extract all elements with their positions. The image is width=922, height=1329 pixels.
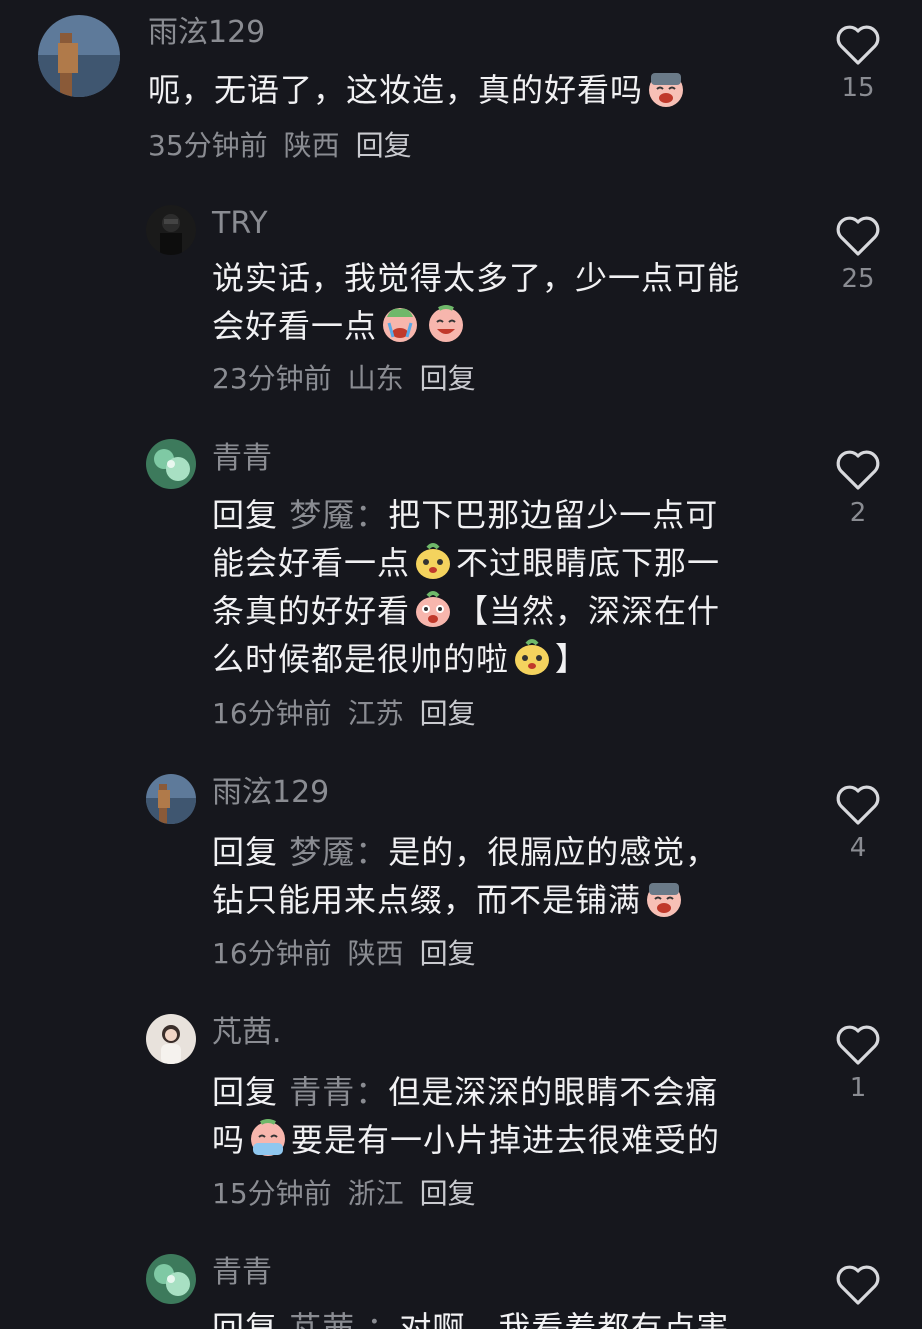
like-count: 1	[849, 1073, 867, 1103]
user-avatar[interactable]	[38, 15, 120, 97]
reply-label: 回复	[212, 833, 279, 871]
comment-meta: 35分钟前 陕西 回复	[148, 129, 428, 163]
location: 山东	[347, 362, 404, 395]
comment-meta: 23分钟前 山东 回复	[212, 362, 492, 396]
reply-label: 回复	[212, 1309, 279, 1329]
comment-text: 回复 梦魇：把下巴那边留少一点可 能会好看一点 不过眼睛底下那一 条真的好好看 【当…	[212, 496, 721, 678]
comment-text: 回复 梦魇：是的，很膈应的感觉， 钻只能用来点缀，而不是铺满	[212, 833, 719, 919]
timestamp: 35分钟前	[148, 129, 268, 162]
like-button[interactable]: 1	[828, 1024, 888, 1104]
timestamp: 15分钟前	[212, 1177, 332, 1210]
reply-target[interactable]: 梦魇：	[289, 833, 388, 871]
comment-text: 说实话，我觉得太多了，少一点可能 会好看一点	[212, 259, 741, 345]
reply-button[interactable]: 回复	[356, 129, 412, 162]
tearful-face-icon	[247, 1117, 289, 1159]
reply-target[interactable]: 青青：	[289, 1073, 388, 1111]
laughing-tears-face-icon	[425, 303, 467, 345]
location: 浙江	[347, 1177, 404, 1210]
username[interactable]: 雨泫129	[148, 15, 265, 51]
comment-text: 回复 青青：但是深深的眼睛不会痛 吗要是有一小片掉进去很难受的	[212, 1073, 721, 1159]
like-count: 2	[849, 498, 867, 528]
like-button[interactable]: 4	[828, 784, 888, 864]
username[interactable]: 芃茜.	[212, 1015, 282, 1051]
user-avatar[interactable]	[146, 1254, 196, 1304]
comment-meta: 16分钟前 陕西 回复	[212, 937, 492, 971]
sobbing-face-icon	[379, 303, 421, 345]
comment-text: 呃，无语了，这妆造，真的好看吗	[148, 66, 808, 114]
username[interactable]: 青青	[212, 441, 272, 477]
heart-icon	[836, 25, 880, 65]
user-avatar[interactable]	[146, 774, 196, 824]
like-button[interactable]	[828, 1264, 888, 1306]
username[interactable]: TRY	[212, 206, 268, 242]
reply-label: 回复	[212, 496, 279, 534]
heart-icon	[836, 450, 880, 490]
reply-button[interactable]: 回复	[420, 362, 476, 395]
reply-button[interactable]: 回复	[420, 937, 476, 970]
user-avatar[interactable]	[146, 1014, 196, 1064]
yellow-blob-face-icon	[511, 636, 553, 678]
timestamp: 23分钟前	[212, 362, 332, 395]
reply-button[interactable]: 回复	[420, 1177, 476, 1210]
pink-blob-face-icon	[412, 588, 454, 630]
comment-meta: 15分钟前 浙江 回复	[212, 1177, 492, 1211]
comment-meta: 16分钟前 江苏 回复	[212, 697, 492, 731]
location: 陕西	[347, 937, 404, 970]
user-avatar[interactable]	[146, 439, 196, 489]
like-count: 25	[841, 264, 875, 294]
like-button[interactable]: 2	[828, 449, 888, 529]
crying-face-icon	[643, 877, 685, 919]
like-button[interactable]: 15	[828, 24, 888, 104]
location: 江苏	[347, 697, 404, 730]
like-count: 15	[841, 73, 875, 103]
username[interactable]: 青青	[212, 1255, 272, 1291]
heart-icon	[836, 1265, 880, 1305]
crying-face-icon	[645, 67, 687, 109]
yellow-blob-face-icon	[412, 540, 454, 582]
like-count: 4	[849, 833, 867, 863]
reply-button[interactable]: 回复	[420, 697, 476, 730]
heart-icon	[836, 216, 880, 256]
reply-label: 回复	[212, 1073, 279, 1111]
comment-text: 回复 芃茜.：对啊，我看着都有点害	[212, 1304, 812, 1329]
heart-icon	[836, 1025, 880, 1065]
location: 陕西	[283, 129, 340, 162]
heart-icon	[836, 785, 880, 825]
like-button[interactable]: 25	[828, 215, 888, 295]
reply-target[interactable]: 梦魇：	[289, 496, 388, 534]
username[interactable]: 雨泫129	[212, 775, 329, 811]
timestamp: 16分钟前	[212, 697, 332, 730]
timestamp: 16分钟前	[212, 937, 332, 970]
reply-target[interactable]: 芃茜.：	[289, 1309, 399, 1329]
user-avatar[interactable]	[146, 205, 196, 255]
